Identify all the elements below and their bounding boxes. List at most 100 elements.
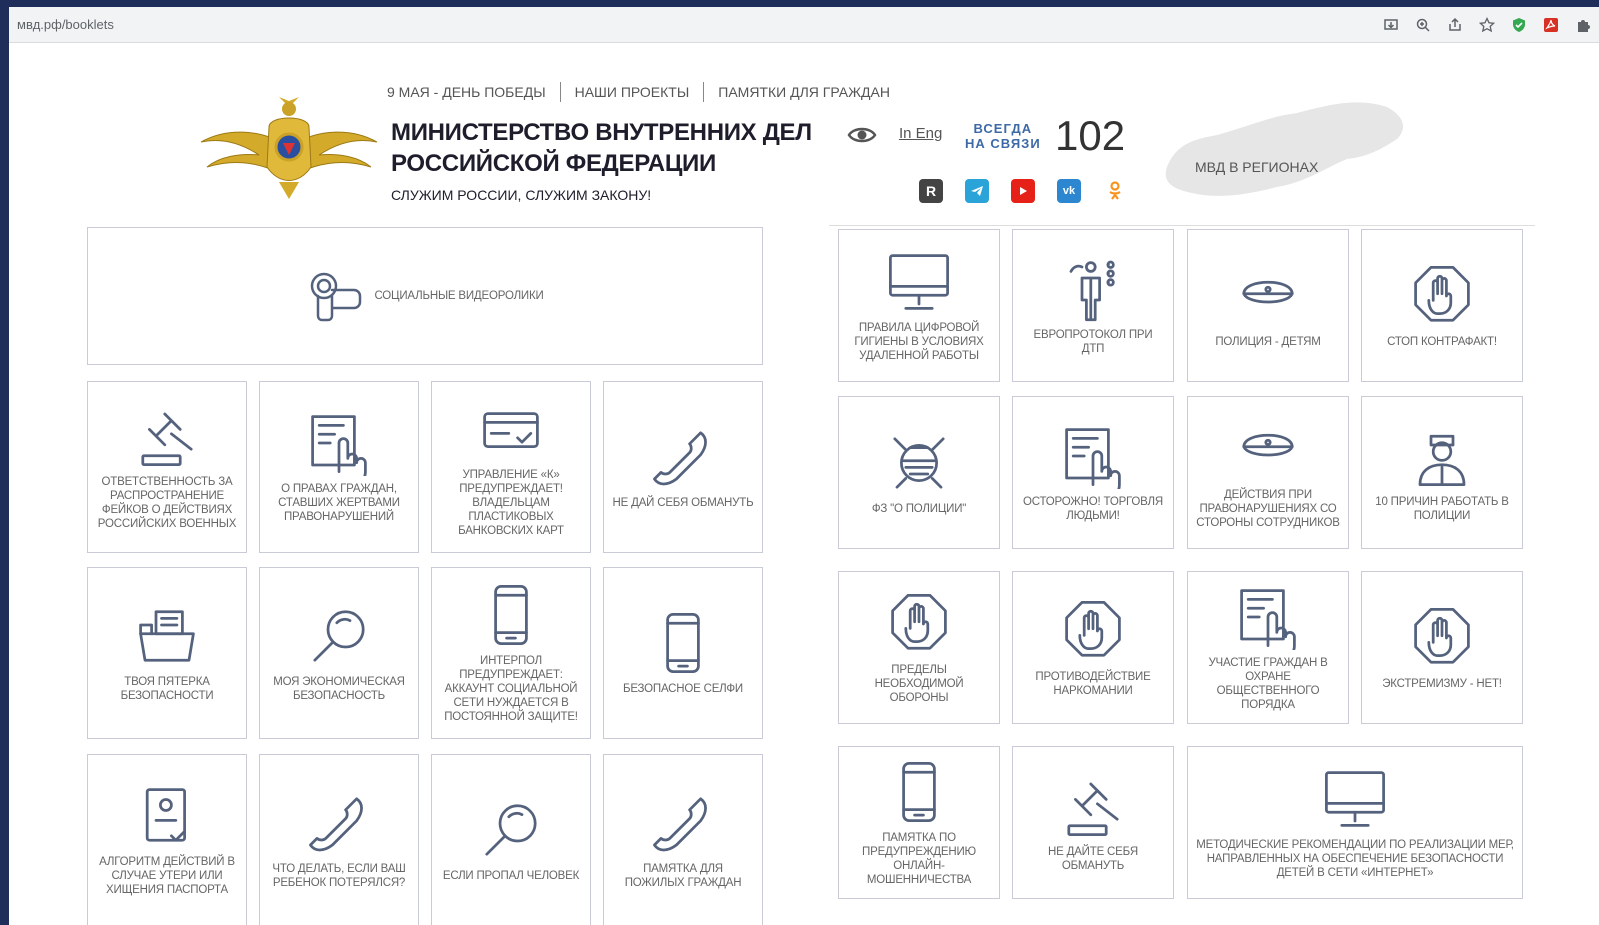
- tile-label: ОСТОРОЖНО! ТОРГОВЛЯ ЛЮДЬМИ!: [1023, 495, 1163, 522]
- address-bar[interactable]: мвд.рф/booklets: [9, 7, 1599, 43]
- booklet-tile[interactable]: УЧАСТИЕ ГРАЖДАН В ОХРАНЕ ОБЩЕСТВЕННОГО П…: [1187, 571, 1349, 724]
- booklet-tile[interactable]: ФЗ "О ПОЛИЦИИ": [838, 396, 1000, 549]
- tile-label: СОЦИАЛЬНЫЕ ВИДЕОРОЛИКИ: [374, 290, 544, 302]
- tile-label: ФЗ "О ПОЛИЦИИ": [871, 502, 967, 515]
- url-text[interactable]: мвд.рф/booklets: [17, 17, 114, 32]
- booklet-tile[interactable]: ТВОЯ ПЯТЕРКА БЕЗОПАСНОСТИ: [87, 567, 247, 739]
- accessibility-eye-icon[interactable]: [847, 125, 877, 150]
- booklet-tile[interactable]: ЕВРОПРОТОКОЛ ПРИ ДТП: [1012, 229, 1174, 382]
- tile-label: МОЯ ЭКОНОМИЧЕСКАЯ БЕЗОПАСНОСТЬ: [273, 676, 405, 702]
- odnoklassniki-icon[interactable]: [1103, 179, 1127, 203]
- tile-label: ЕСЛИ ПРОПАЛ ЧЕЛОВЕК: [442, 870, 580, 882]
- divider-line: [829, 225, 1535, 226]
- booklet-tile[interactable]: ПРОТИВОДЕЙСТВИЕ НАРКОМАНИИ: [1012, 571, 1174, 724]
- english-version-link[interactable]: In Eng: [899, 125, 942, 142]
- police-cap-icon: [1242, 433, 1294, 456]
- touch-document-icon: [1065, 427, 1121, 489]
- site-motto: СЛУЖИМ РОССИИ, СЛУЖИМ ЗАКОНУ!: [391, 187, 652, 203]
- tile-label: УЧАСТИЕ ГРАЖДАН В ОХРАНЕ ОБЩЕСТВЕННОГО П…: [1208, 656, 1328, 711]
- tile-social-videos[interactable]: СОЦИАЛЬНЫЕ ВИДЕОРОЛИКИ: [87, 227, 763, 365]
- tile-label: ПРОТИВОДЕЙСТВИЕ НАРКОМАНИИ: [1035, 670, 1151, 697]
- vk-icon[interactable]: vk: [1057, 179, 1081, 203]
- tile-label: МЕТОДИЧЕСКИЕ РЕКОМЕНДАЦИИ ПО РЕАЛИЗАЦИИ …: [1196, 838, 1514, 879]
- bookmark-star-icon[interactable]: [1477, 15, 1497, 35]
- video-camera-icon: [311, 272, 362, 322]
- always-line2: НА СВЯЗИ: [965, 136, 1041, 151]
- booklet-tile[interactable]: ЕСЛИ ПРОПАЛ ЧЕЛОВЕК: [431, 754, 591, 925]
- tile-label: ЧТО ДЕЛАТЬ, ЕСЛИ ВАШ РЕБЕНОК ПОТЕРЯЛСЯ?: [272, 863, 406, 889]
- tile-label: УПРАВЛЕНИЕ «К» ПРЕДУПРЕЖДАЕТ! ВЛАДЕЛЬЦАМ…: [458, 469, 564, 537]
- booklet-tile[interactable]: НЕ ДАЙ СЕБЯ ОБМАНУТЬ: [603, 381, 763, 553]
- booklet-tile[interactable]: НЕ ДАЙТЕ СЕБЯ ОБМАНУТЬ: [1012, 746, 1174, 899]
- booklet-tile[interactable]: ИНТЕРПОЛ ПРЕДУПРЕЖДАЕТ: АККАУНТ СОЦИАЛЬН…: [431, 567, 591, 739]
- touch-document-icon: [1240, 588, 1296, 650]
- browser-toolbar: [1381, 15, 1593, 35]
- booklet-tile[interactable]: АЛГОРИТМ ДЕЙСТВИЙ В СЛУЧАЕ УТЕРИ ИЛИ ХИЩ…: [87, 754, 247, 925]
- site-title-line1: МИНИСТЕРСТВО ВНУТРЕННИХ ДЕЛ: [391, 119, 812, 146]
- booklet-tile[interactable]: УПРАВЛЕНИЕ «К» ПРЕДУПРЕЖДАЕТ! ВЛАДЕЛЬЦАМ…: [431, 381, 591, 553]
- rutube-icon[interactable]: R: [919, 179, 943, 203]
- stop-hand-icon: [891, 593, 947, 650]
- tile-label: БЕЗОПАСНОЕ СЕЛФИ: [622, 683, 744, 695]
- phone-handset-icon: [653, 431, 707, 486]
- traffic-officer-icon: [1069, 260, 1115, 321]
- booklet-tile[interactable]: ПРАВИЛА ЦИФРОВОЙ ГИГИЕНЫ В УСЛОВИЯХ УДАЛ…: [838, 229, 1000, 382]
- booklet-tile[interactable]: ПАМЯТКА ПО ПРЕДУПРЕЖДЕНИЮ ОНЛАЙН-МОШЕННИ…: [838, 746, 1000, 899]
- russia-map-image[interactable]: [1157, 87, 1417, 207]
- booklet-tile[interactable]: ЭКСТРЕМИЗМУ - НЕТ!: [1361, 571, 1523, 724]
- tile-label: ПРАВИЛА ЦИФРОВОЙ ГИГИЕНЫ В УСЛОВИЯХ УДАЛ…: [854, 321, 984, 362]
- tile-label: ПРЕДЕЛЫ НЕОБХОДИМОЙ ОБОРОНЫ: [874, 663, 964, 704]
- social-links: R vk: [919, 179, 1127, 203]
- police-shield-icon: [893, 436, 945, 489]
- tile-label: 10 ПРИЧИН РАБОТАТЬ В ПОЛИЦИИ: [1375, 495, 1509, 522]
- extensions-puzzle-icon[interactable]: [1573, 15, 1593, 35]
- shield-extension-icon[interactable]: [1509, 15, 1529, 35]
- booklet-tile[interactable]: ОТВЕТСТВЕННОСТЬ ЗА РАСПРОСТРАНЕНИЕ ФЕЙКО…: [87, 381, 247, 553]
- booklet-tile[interactable]: БЕЗОПАСНОЕ СЕЛФИ: [603, 567, 763, 739]
- tile-label: ПАМЯТКА ДЛЯ ПОЖИЛЫХ ГРАЖДАН: [624, 863, 742, 889]
- nav-item-victory-day[interactable]: 9 МАЯ - ДЕНЬ ПОБЕДЫ: [387, 84, 546, 100]
- nav-divider: [559, 82, 561, 102]
- booklet-tile[interactable]: МОЯ ЭКОНОМИЧЕСКАЯ БЕЗОПАСНОСТЬ: [259, 567, 419, 739]
- booklet-tile[interactable]: ОСТОРОЖНО! ТОРГОВЛЯ ЛЮДЬМИ!: [1012, 396, 1174, 549]
- nav-item-projects[interactable]: НАШИ ПРОЕКТЫ: [575, 84, 690, 100]
- mvd-emblem-logo[interactable]: [199, 87, 379, 202]
- share-icon[interactable]: [1445, 15, 1465, 35]
- gavel-icon: [1067, 782, 1119, 836]
- pdf-extension-icon[interactable]: [1541, 15, 1561, 35]
- tile-label: О ПРАВАХ ГРАЖДАН, СТАВШИХ ЖЕРТВАМИ ПРАВО…: [278, 483, 400, 523]
- booklet-tile[interactable]: ДЕЙСТВИЯ ПРИ ПРАВОНАРУШЕНИЯХ СО СТОРОНЫ …: [1187, 396, 1349, 549]
- tile-label: НЕ ДАЙТЕ СЕБЯ ОБМАНУТЬ: [1048, 845, 1138, 872]
- folder-icon: [139, 610, 195, 662]
- smartphone-icon: [666, 613, 700, 673]
- phone-handset-icon: [653, 797, 707, 852]
- install-icon[interactable]: [1381, 15, 1401, 35]
- booklet-tile[interactable]: ПАМЯТКА ДЛЯ ПОЖИЛЫХ ГРАЖДАН: [603, 754, 763, 925]
- bank-card-icon: [483, 412, 539, 448]
- youtube-icon[interactable]: [1011, 179, 1035, 203]
- telegram-icon[interactable]: [965, 179, 989, 203]
- booklet-tile[interactable]: ПРЕДЕЛЫ НЕОБХОДИМОЙ ОБОРОНЫ: [838, 571, 1000, 724]
- smartphone-icon: [494, 585, 528, 645]
- top-navigation: 9 МАЯ - ДЕНЬ ПОБЕДЫ НАШИ ПРОЕКТЫ ПАМЯТКИ…: [387, 82, 890, 102]
- booklet-tile[interactable]: ЧТО ДЕЛАТЬ, ЕСЛИ ВАШ РЕБЕНОК ПОТЕРЯЛСЯ?: [259, 754, 419, 925]
- phone-handset-icon: [309, 797, 363, 852]
- booklet-tile[interactable]: ПОЛИЦИЯ - ДЕТЯМ: [1187, 229, 1349, 382]
- booklet-tile[interactable]: СТОП КОНТРАФАКТ!: [1361, 229, 1523, 382]
- site-title-line2: РОССИЙСКОЙ ФЕДЕРАЦИИ: [391, 150, 716, 177]
- tile-label: СТОП КОНТРАФАКТ!: [1387, 335, 1497, 348]
- tile-label: ЭКСТРЕМИЗМУ - НЕТ!: [1382, 677, 1502, 690]
- booklet-tile[interactable]: МЕТОДИЧЕСКИЕ РЕКОМЕНДАЦИИ ПО РЕАЛИЗАЦИИ …: [1187, 746, 1523, 899]
- tile-label: ПОЛИЦИЯ - ДЕТЯМ: [1215, 335, 1321, 348]
- zoom-icon[interactable]: [1413, 15, 1433, 35]
- tile-label: ОТВЕТСТВЕННОСТЬ ЗА РАСПРОСТРАНЕНИЕ ФЕЙКО…: [97, 476, 237, 530]
- magnifier-icon: [313, 610, 365, 662]
- booklet-tile[interactable]: О ПРАВАХ ГРАЖДАН, СТАВШИХ ЖЕРТВАМИ ПРАВО…: [259, 381, 419, 553]
- site-title[interactable]: МИНИСТЕРСТВО ВНУТРЕННИХ ДЕЛ РОССИЙСКОЙ Ф…: [391, 117, 812, 179]
- regions-link[interactable]: МВД В РЕГИОНАХ: [1195, 159, 1318, 175]
- emergency-number[interactable]: 102: [1055, 112, 1125, 160]
- browser-window: мвд.рф/booklets 9 МАЯ - ДЕНЬ ПОБЕДЫ НАШИ…: [9, 7, 1599, 925]
- tile-label: НЕ ДАЙ СЕБЯ ОБМАНУТЬ: [612, 497, 754, 509]
- booklet-tile[interactable]: 10 ПРИЧИН РАБОТАТЬ В ПОЛИЦИИ: [1361, 396, 1523, 549]
- nav-item-memos[interactable]: ПАМЯТКИ ДЛЯ ГРАЖДАН: [718, 84, 890, 100]
